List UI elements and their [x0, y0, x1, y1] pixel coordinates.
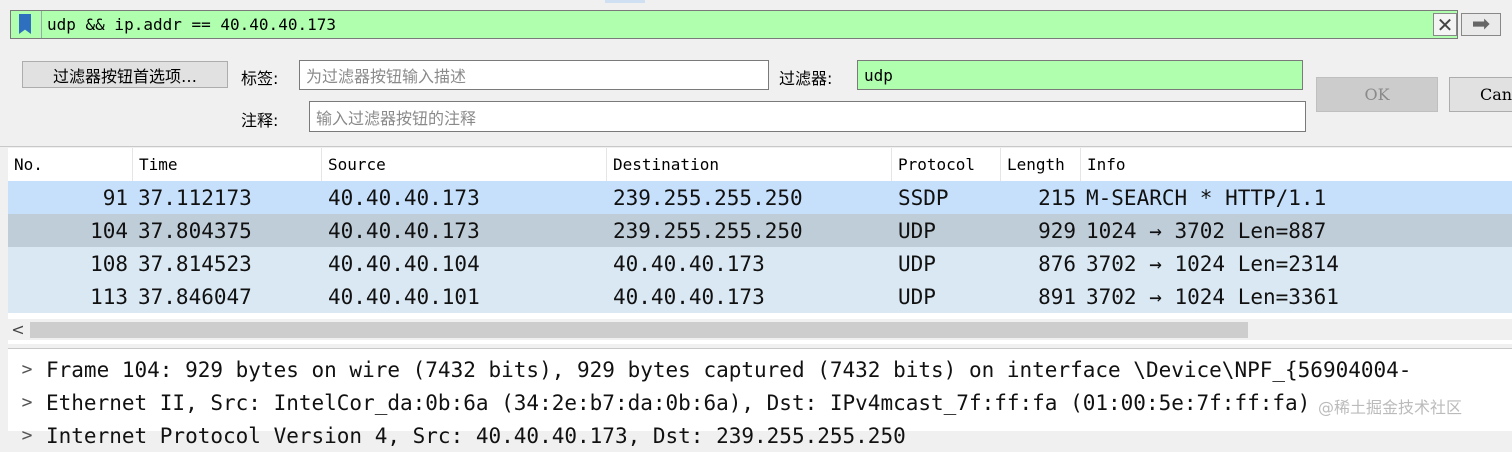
- cell-no: 104: [90, 218, 128, 243]
- cell-time: 37.112173: [138, 185, 252, 210]
- arrow-right-icon: ➡: [1471, 12, 1491, 37]
- horizontal-scrollbar[interactable]: <: [8, 319, 1512, 340]
- display-filter-input[interactable]: udp && ip.addr == 40.40.40.173: [10, 10, 1458, 39]
- cell-time: 37.846047: [138, 284, 252, 309]
- filter-button-preferences-button[interactable]: 过滤器按钮首选项…: [22, 61, 228, 88]
- cell-no: 91: [102, 185, 128, 210]
- label-field-label: 标签:: [241, 69, 279, 88]
- packet-row[interactable]: 113 37.846047 40.40.40.101 40.40.40.173 …: [8, 280, 1512, 313]
- detail-row-ipv4[interactable]: > Internet Protocol Version 4, Src: 40.4…: [8, 419, 1512, 452]
- cell-protocol: UDP: [898, 284, 936, 309]
- label-input-placeholder: 为过滤器按钮输入描述: [306, 67, 467, 86]
- cell-no: 108: [90, 251, 128, 276]
- clear-filter-button[interactable]: ✕: [1433, 12, 1457, 37]
- cell-destination: 239.255.255.250: [613, 218, 803, 243]
- packet-row[interactable]: 91 37.112173 40.40.40.173 239.255.255.25…: [8, 181, 1512, 214]
- apply-filter-button[interactable]: ➡: [1461, 12, 1501, 37]
- comment-input[interactable]: 输入过滤器按钮的注释: [309, 101, 1306, 132]
- comment-field-label: 注释:: [241, 111, 279, 130]
- packet-row[interactable]: 108 37.814523 40.40.40.104 40.40.40.173 …: [8, 247, 1512, 280]
- filter-field-label: 过滤器:: [779, 69, 833, 88]
- expand-chevron-icon[interactable]: >: [8, 359, 46, 380]
- packet-details-pane: > Frame 104: 929 bytes on wire (7432 bit…: [8, 348, 1512, 448]
- detail-row-ethernet[interactable]: > Ethernet II, Src: IntelCor_da:0b:6a (3…: [8, 386, 1512, 419]
- cell-destination: 239.255.255.250: [613, 185, 803, 210]
- column-header-time[interactable]: Time: [133, 148, 322, 181]
- column-header-source[interactable]: Source: [322, 148, 607, 181]
- column-header-info[interactable]: Info: [1081, 148, 1512, 181]
- comment-input-placeholder: 输入过滤器按钮的注释: [316, 108, 477, 128]
- display-filter-text[interactable]: udp && ip.addr == 40.40.40.173: [47, 15, 336, 34]
- cell-length: 215: [1038, 185, 1076, 210]
- toolbar-top-strip: [605, 0, 645, 3]
- cell-source: 40.40.40.173: [328, 185, 480, 210]
- ok-button[interactable]: OK: [1316, 77, 1438, 112]
- detail-text: Internet Protocol Version 4, Src: 40.40.…: [46, 423, 906, 448]
- cell-info: 3702 → 1024 Len=2314: [1086, 251, 1339, 276]
- cell-info: 3702 → 1024 Len=3361: [1086, 284, 1339, 309]
- cell-source: 40.40.40.104: [328, 251, 480, 276]
- packet-list-header: No. Time Source Destination Protocol Len…: [8, 148, 1512, 182]
- cell-destination: 40.40.40.173: [613, 284, 765, 309]
- detail-text: Ethernet II, Src: IntelCor_da:0b:6a (34:…: [46, 390, 1311, 415]
- cell-no: 113: [90, 284, 128, 309]
- column-header-length[interactable]: Length: [1001, 148, 1081, 181]
- column-header-no[interactable]: No.: [8, 148, 133, 181]
- expand-chevron-icon[interactable]: >: [8, 392, 46, 413]
- cell-info: 1024 → 3702 Len=887: [1086, 218, 1327, 243]
- packet-row-selected[interactable]: 104 37.804375 40.40.40.173 239.255.255.2…: [8, 214, 1512, 247]
- bookmark-icon[interactable]: [19, 14, 31, 34]
- filter-expression-input[interactable]: udp: [857, 60, 1303, 90]
- packet-list: No. Time Source Destination Protocol Len…: [8, 148, 1512, 344]
- detail-text: Frame 104: 929 bytes on wire (7432 bits)…: [46, 357, 1412, 382]
- display-filter-toolbar: udp && ip.addr == 40.40.40.173 ✕ ➡: [0, 0, 1512, 50]
- filter-button-editor: 过滤器按钮首选项… 标签: 为过滤器按钮输入描述 过滤器: udp 注释: 输入…: [0, 50, 1512, 147]
- cell-source: 40.40.40.173: [328, 218, 480, 243]
- detail-row-frame[interactable]: > Frame 104: 929 bytes on wire (7432 bit…: [8, 353, 1512, 386]
- cell-source: 40.40.40.101: [328, 284, 480, 309]
- cell-time: 37.814523: [138, 251, 252, 276]
- column-header-destination[interactable]: Destination: [607, 148, 892, 181]
- scroll-left-arrow-icon[interactable]: <: [8, 319, 28, 340]
- cell-length: 891: [1038, 284, 1076, 309]
- cell-time: 37.804375: [138, 218, 252, 243]
- cell-protocol: UDP: [898, 218, 936, 243]
- filter-expression-value: udp: [864, 65, 893, 85]
- cell-info: M-SEARCH * HTTP/1.1: [1086, 185, 1327, 210]
- scrollbar-thumb[interactable]: [30, 322, 1248, 338]
- label-input[interactable]: 为过滤器按钮输入描述: [299, 60, 769, 90]
- cell-destination: 40.40.40.173: [613, 251, 765, 276]
- cell-length: 876: [1038, 251, 1076, 276]
- column-header-protocol[interactable]: Protocol: [892, 148, 1001, 181]
- expand-chevron-icon[interactable]: >: [8, 425, 46, 446]
- cell-length: 929: [1038, 218, 1076, 243]
- cell-protocol: UDP: [898, 251, 936, 276]
- watermark: @稀土掘金技术社区: [1318, 398, 1463, 417]
- cancel-button[interactable]: Canc: [1449, 77, 1512, 112]
- close-icon: ✕: [1436, 12, 1454, 37]
- cell-protocol: SSDP: [898, 185, 949, 210]
- bookmark-separator: [41, 11, 42, 38]
